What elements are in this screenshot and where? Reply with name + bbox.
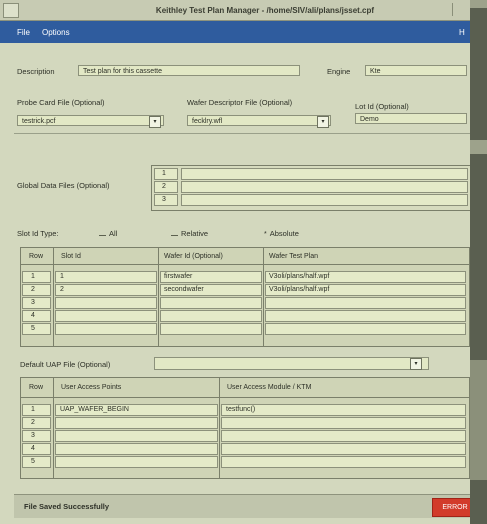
lot-id-label: Lot Id (Optional) (355, 102, 409, 111)
description-label: Description (17, 67, 55, 76)
table-row-number: 2 (22, 284, 51, 296)
user-access-module-cell[interactable] (221, 430, 466, 442)
wafer-test-plan-cell[interactable]: V3oli/plans/half.wpf (265, 271, 466, 283)
menu-bar: File Options H (0, 21, 470, 43)
user-access-point-cell[interactable] (55, 430, 218, 442)
status-bar: File Saved Successfully ERROR (14, 494, 478, 518)
uap-file-select[interactable] (154, 357, 429, 370)
col-header-wafer-test-plan: Wafer Test Plan (269, 253, 319, 260)
wafer-test-plan-cell[interactable] (265, 310, 466, 322)
global-data-file-cell[interactable] (181, 194, 468, 206)
wafer-id-cell[interactable]: secondwafer (160, 284, 262, 296)
col-header-user-access-module: User Access Module / KTM (227, 384, 312, 391)
col-header-wafer-id: Wafer Id (Optional) (164, 253, 223, 260)
close-button[interactable] (452, 3, 464, 16)
table-row-number: 3 (22, 430, 51, 442)
user-access-module-cell[interactable] (221, 443, 466, 455)
right-scrollbar[interactable] (470, 0, 487, 524)
wafer-id-cell[interactable]: firstwafer (160, 271, 262, 283)
user-access-module-cell[interactable] (221, 456, 466, 468)
table-row-number: 1 (22, 404, 51, 416)
radio-relative[interactable]: Relative (171, 229, 208, 238)
global-data-label: Global Data Files (Optional) (17, 181, 110, 190)
col-header-user-access-points: User Access Points (61, 384, 122, 391)
uap-file-label: Default UAP File (Optional) (20, 360, 111, 369)
wafer-test-plan-cell[interactable] (265, 297, 466, 309)
wafer-id-cell[interactable] (160, 297, 262, 309)
slot-id-cell[interactable] (55, 297, 157, 309)
table-row-number: 3 (22, 297, 51, 309)
table-row-number: 2 (22, 417, 51, 429)
slot-id-cell[interactable] (55, 323, 157, 335)
table-row-number: 4 (22, 443, 51, 455)
user-access-point-cell[interactable] (55, 456, 218, 468)
section-divider (14, 133, 470, 134)
wafer-descriptor-select[interactable]: fecklry.wfl (187, 115, 331, 126)
user-access-module-cell[interactable]: testfunc() (221, 404, 466, 416)
user-access-point-cell[interactable]: UAP_WAFER_BEGIN (55, 404, 218, 416)
window-menu-button[interactable] (3, 3, 19, 18)
slot-id-cell[interactable]: 1 (55, 271, 157, 283)
menu-options[interactable]: Options (42, 28, 70, 37)
slot-id-cell[interactable] (55, 310, 157, 322)
probe-card-dropdown-button[interactable]: ▾ (149, 116, 161, 128)
engine-field[interactable]: Kte (365, 65, 467, 76)
wafer-descriptor-label: Wafer Descriptor File (Optional) (187, 98, 293, 107)
global-row-number: 1 (154, 168, 178, 180)
menu-help[interactable]: H (459, 28, 465, 37)
global-data-file-cell[interactable] (181, 181, 468, 193)
wafer-descriptor-dropdown-button[interactable]: ▾ (317, 116, 329, 128)
table-row-number: 5 (22, 456, 51, 468)
global-row-number: 2 (154, 181, 178, 193)
probe-card-select[interactable]: testrick.pcf (17, 115, 164, 126)
probe-card-label: Probe Card File (Optional) (17, 98, 105, 107)
status-message: File Saved Successfully (24, 502, 110, 511)
radio-all[interactable]: All (99, 229, 117, 238)
table-row-number: 4 (22, 310, 51, 322)
slot-id-type-label: Slot Id Type: (17, 229, 59, 238)
global-data-table: 1 2 3 (151, 165, 471, 211)
wafer-id-cell[interactable] (160, 310, 262, 322)
global-data-file-cell[interactable] (181, 168, 468, 180)
title-bar: Keithley Test Plan Manager - /home/SIV/a… (0, 0, 470, 21)
slot-id-cell[interactable]: 2 (55, 284, 157, 296)
wafer-id-cell[interactable] (160, 323, 262, 335)
global-row-number: 3 (154, 194, 178, 206)
lot-id-field[interactable]: Demo (355, 113, 467, 124)
menu-file[interactable]: File (17, 28, 30, 37)
user-access-point-cell[interactable] (55, 443, 218, 455)
table-row-number: 5 (22, 323, 51, 335)
col-header-row: Row (29, 384, 44, 391)
engine-label: Engine (327, 67, 351, 76)
window-title: Keithley Test Plan Manager - /home/SIV/a… (155, 6, 375, 15)
uap-file-dropdown-button[interactable]: ▾ (410, 358, 422, 370)
wafer-test-plan-cell[interactable] (265, 323, 466, 335)
user-access-point-cell[interactable] (55, 417, 218, 429)
user-access-module-cell[interactable] (221, 417, 466, 429)
table-row-number: 1 (22, 271, 51, 283)
description-field[interactable]: Test plan for this cassette (78, 65, 300, 76)
main-window: Keithley Test Plan Manager - /home/SIV/a… (0, 0, 487, 524)
col-header-row: Row (29, 253, 44, 260)
radio-absolute[interactable]: * Absolute (264, 229, 299, 238)
col-header-slot-id: Slot Id (61, 253, 81, 260)
wafer-test-plan-cell[interactable]: V3oli/plans/half.wpf (265, 284, 466, 296)
